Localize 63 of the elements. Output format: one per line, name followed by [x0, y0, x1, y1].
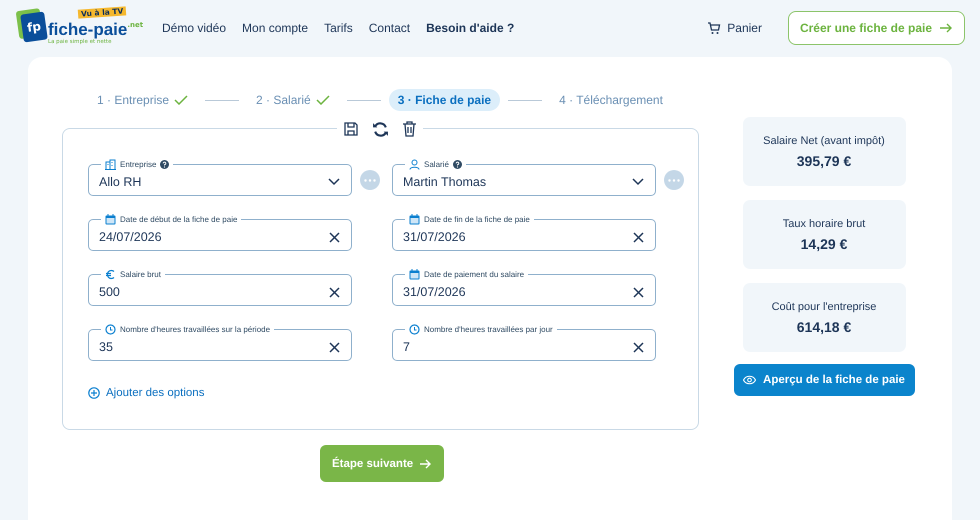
summary-value: 395,79 €	[796, 152, 852, 168]
summary-value: 14,29 €	[800, 236, 848, 252]
preview-button[interactable]: Aperçu de la fiche de paie	[734, 364, 914, 396]
field-label: Date de début de la fiche de paie	[120, 215, 238, 224]
field-value: Martin Thomas	[403, 175, 488, 189]
field-value: 24/07/2026	[99, 230, 163, 244]
nav-link[interactable]: Mon compte	[242, 21, 308, 35]
field-value: 500	[99, 285, 121, 299]
clear-icon[interactable]	[329, 342, 340, 352]
check-icon	[316, 95, 330, 105]
nav-link[interactable]: Contact	[368, 21, 410, 35]
check-icon	[174, 95, 188, 105]
trash-icon[interactable]	[402, 121, 417, 137]
field-label: Entreprise	[120, 160, 156, 169]
field-value: 35	[99, 340, 114, 354]
clear-icon[interactable]	[633, 342, 644, 352]
cart-icon	[707, 21, 722, 35]
field-label: Date de paiement du salaire	[424, 270, 524, 279]
more-icon	[668, 178, 680, 182]
field-label: Nombre d'heures travaillées par jour	[424, 325, 553, 334]
field-label: Date de fin de la fiche de paie	[424, 215, 530, 224]
chevron-down-icon[interactable]	[632, 178, 644, 186]
cart-link[interactable]: Panier	[707, 21, 762, 35]
person-icon	[409, 159, 420, 170]
calendar-icon	[409, 214, 420, 225]
nav-link[interactable]: Tarifs	[324, 21, 353, 35]
euro-icon	[105, 269, 116, 280]
clear-icon[interactable]	[633, 232, 644, 242]
calendar-icon	[409, 269, 420, 280]
field-label: Salarié	[424, 160, 449, 169]
logo-mark[interactable]: fp	[20, 11, 48, 43]
chevron-down-icon[interactable]	[328, 178, 340, 186]
nav-link[interactable]: Besoin d'aide ?	[426, 21, 514, 35]
field-value: 31/07/2026	[403, 285, 467, 299]
refresh-icon[interactable]	[372, 120, 389, 138]
summary-label: Taux horaire brut	[782, 218, 866, 230]
summary-value: 614,18 €	[796, 318, 852, 334]
more-icon	[364, 178, 376, 182]
calendar-icon	[105, 214, 116, 225]
field-value: 7	[403, 340, 411, 354]
clear-icon[interactable]	[329, 232, 340, 242]
clear-icon[interactable]	[329, 286, 340, 298]
clock-icon	[409, 324, 420, 335]
field-value: Allo RH	[99, 175, 142, 189]
field-label: Salaire brut	[120, 270, 161, 279]
eye-icon	[743, 375, 756, 385]
brand-name[interactable]: fiche-paie	[48, 21, 128, 39]
building-icon	[105, 159, 116, 170]
field-value: 31/07/2026	[403, 230, 467, 244]
arrow-right-icon	[939, 23, 953, 33]
save-icon[interactable]	[343, 121, 359, 137]
summary-label: Salaire Net (avant impôt)	[763, 134, 885, 146]
field-label: Nombre d'heures travaillées sur la période	[120, 325, 270, 334]
clock-icon	[105, 324, 116, 335]
add-options-link[interactable]: Ajouter des options	[88, 387, 204, 399]
nav-link[interactable]: Démo vidéo	[162, 21, 226, 35]
summary-label: Coût pour l'entreprise	[772, 300, 876, 312]
clear-icon[interactable]	[633, 286, 644, 298]
help-icon[interactable]	[160, 160, 170, 169]
step-tab[interactable]: 3 · Fiche de paie	[388, 89, 500, 111]
plus-circle-icon	[88, 387, 100, 399]
arrow-right-icon	[419, 458, 432, 468]
help-icon[interactable]	[452, 160, 462, 169]
